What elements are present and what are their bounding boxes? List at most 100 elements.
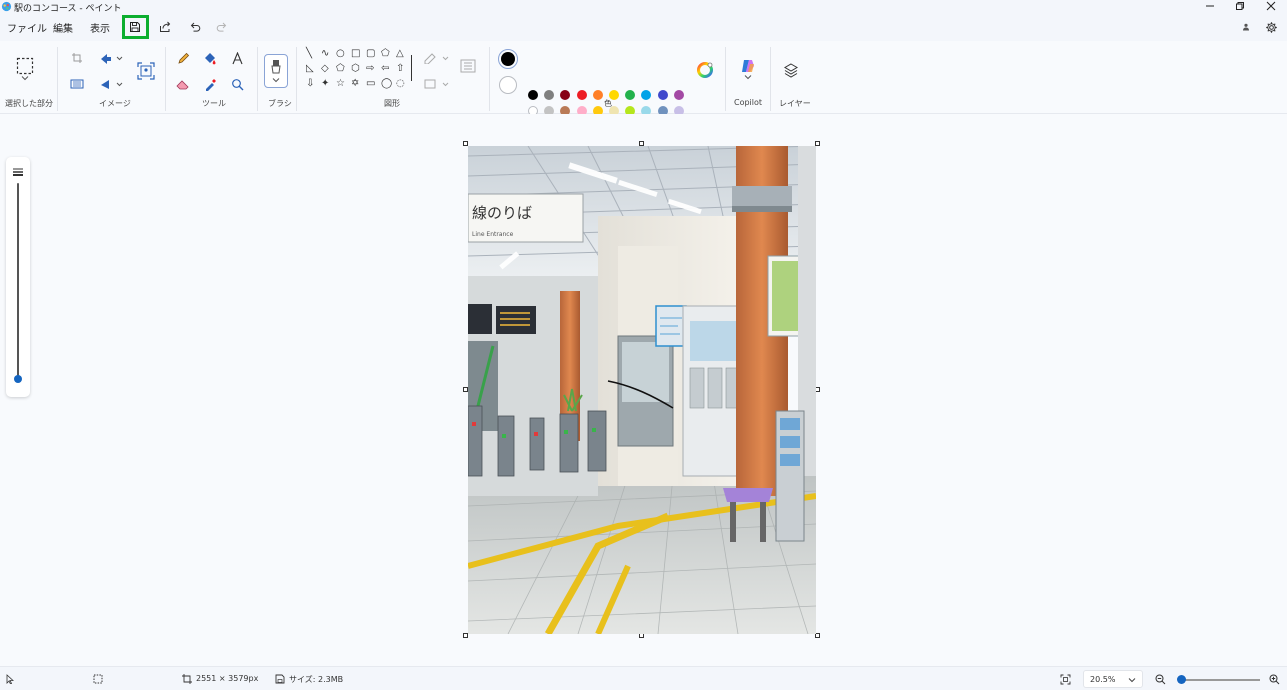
station-concourse-illustration: 線のりば Line Entrance: [468, 146, 816, 634]
layers-icon: [784, 63, 798, 78]
eraser-tool-button[interactable]: [175, 76, 191, 92]
settings-button[interactable]: [1263, 19, 1279, 35]
selection-tool-button[interactable]: [14, 54, 36, 84]
close-icon: [1266, 1, 1276, 11]
undo-button[interactable]: [184, 17, 206, 37]
color-picker-button[interactable]: [202, 76, 218, 92]
ribbon-separator: [57, 47, 58, 111]
outline-icon: [424, 53, 449, 64]
palette-swatch[interactable]: [657, 90, 668, 100]
palette-swatch[interactable]: [641, 90, 652, 100]
pencil-tool-button[interactable]: [175, 50, 191, 66]
zoom-in-button[interactable]: [1267, 672, 1281, 686]
palette-swatch[interactable]: [560, 90, 571, 100]
menu-view[interactable]: 表示: [90, 20, 110, 35]
secondary-color-button[interactable]: [499, 76, 517, 94]
line-shape-icon[interactable]: ╲: [306, 49, 312, 59]
account-button[interactable]: [1239, 20, 1253, 34]
resize-button[interactable]: [69, 77, 85, 91]
layers-button[interactable]: [782, 61, 800, 79]
share-icon: [160, 21, 171, 32]
six-point-star-shape-icon[interactable]: ✡: [351, 79, 359, 89]
svg-text:Line Entrance: Line Entrance: [472, 231, 514, 238]
shape-outline-button[interactable]: [422, 51, 450, 65]
pointer-icon: [6, 674, 14, 684]
rounded-rectangle-shape-icon[interactable]: ▢: [366, 49, 375, 59]
group-label-colors: 色: [604, 99, 612, 108]
copilot-button[interactable]: [738, 55, 758, 83]
shapes-scroll-indicator[interactable]: [411, 55, 412, 81]
crop-icon: [72, 53, 82, 63]
fit-to-window-button[interactable]: [1058, 672, 1072, 686]
palette-swatch[interactable]: [673, 90, 684, 100]
resize-icon: [70, 79, 84, 89]
primary-color-button[interactable]: [498, 49, 518, 69]
pencil-icon: [177, 52, 189, 64]
zoom-dropdown[interactable]: 20.5%: [1083, 670, 1143, 688]
palette-swatch[interactable]: [528, 90, 538, 100]
share-button[interactable]: [154, 17, 176, 37]
hexagon-shape-icon[interactable]: ⬡: [351, 64, 360, 74]
up-arrow-shape-icon[interactable]: ⇧: [396, 64, 404, 74]
minimize-button[interactable]: [1195, 0, 1225, 12]
chevron-down-icon: [744, 75, 752, 80]
zoom-slider-track[interactable]: [1182, 679, 1260, 681]
left-arrow-shape-icon[interactable]: ⇦: [381, 64, 389, 74]
crop-button[interactable]: [69, 51, 85, 65]
eyedropper-icon: [205, 78, 216, 91]
chevron-down-icon: [1128, 678, 1136, 683]
edit-colors-button[interactable]: [696, 61, 714, 79]
restore-button[interactable]: [1225, 0, 1255, 12]
rotate-button[interactable]: [97, 51, 125, 65]
palette-swatch[interactable]: [625, 90, 636, 100]
callout-rect-shape-icon[interactable]: ▭: [366, 79, 375, 89]
image-frame-icon: [137, 62, 155, 80]
flip-button[interactable]: [97, 77, 125, 91]
pentagon-shape-icon[interactable]: ⬠: [336, 64, 345, 74]
magnifier-button[interactable]: [229, 76, 245, 92]
rectangle-shape-icon[interactable]: □: [351, 49, 360, 59]
brush-size-slider-track[interactable]: [17, 183, 19, 378]
zoom-out-icon: [1155, 674, 1165, 684]
close-button[interactable]: [1256, 0, 1286, 12]
image-select-button[interactable]: [136, 61, 156, 81]
shape-fill-button[interactable]: [422, 77, 450, 91]
palette-swatch[interactable]: [592, 90, 603, 100]
rotate-icon: [101, 54, 123, 64]
brush-size-slider-thumb[interactable]: [14, 375, 22, 383]
text-icon: [231, 51, 243, 64]
ribbon-separator: [257, 47, 258, 111]
oval-shape-icon[interactable]: ○: [336, 49, 345, 59]
zoom-out-button[interactable]: [1153, 672, 1167, 686]
right-arrow-shape-icon[interactable]: ⇨: [366, 64, 374, 74]
right-triangle-shape-icon[interactable]: ◺: [306, 64, 314, 74]
text-tool-button[interactable]: [229, 50, 245, 66]
palette-swatch[interactable]: [544, 90, 555, 100]
group-label-tools: ツール: [202, 99, 226, 108]
five-point-star-shape-icon[interactable]: ☆: [336, 79, 345, 89]
callout-oval-shape-icon[interactable]: ◯: [381, 79, 392, 89]
callout-cloud-shape-icon[interactable]: ◌: [396, 79, 405, 89]
down-arrow-shape-icon[interactable]: ⇩: [306, 79, 314, 89]
ribbon-separator: [770, 47, 771, 111]
shape-size-button[interactable]: [458, 57, 478, 75]
triangle-shape-icon[interactable]: △: [396, 49, 404, 59]
save-button[interactable]: [124, 17, 146, 37]
brush-button[interactable]: [264, 54, 288, 88]
diamond-shape-icon[interactable]: ◇: [321, 64, 329, 74]
menu-edit[interactable]: 編集: [53, 20, 73, 35]
redo-button[interactable]: [211, 17, 233, 37]
eraser-icon: [176, 80, 189, 90]
minimize-icon: [1206, 5, 1214, 7]
group-label-selection: 選択した部分: [5, 99, 53, 108]
fill-tool-button[interactable]: [202, 50, 218, 66]
polygon-shape-icon[interactable]: ⬠: [381, 49, 390, 59]
drawing-canvas-image[interactable]: 線のりば Line Entrance: [468, 146, 816, 634]
flip-icon: [101, 80, 123, 89]
zoom-slider-thumb[interactable]: [1177, 675, 1186, 684]
magnifier-icon: [231, 78, 243, 90]
curve-shape-icon[interactable]: ∿: [321, 49, 329, 59]
palette-swatch[interactable]: [576, 90, 587, 100]
four-point-star-shape-icon[interactable]: ✦: [321, 79, 329, 89]
menu-file[interactable]: ファイル: [7, 20, 47, 35]
